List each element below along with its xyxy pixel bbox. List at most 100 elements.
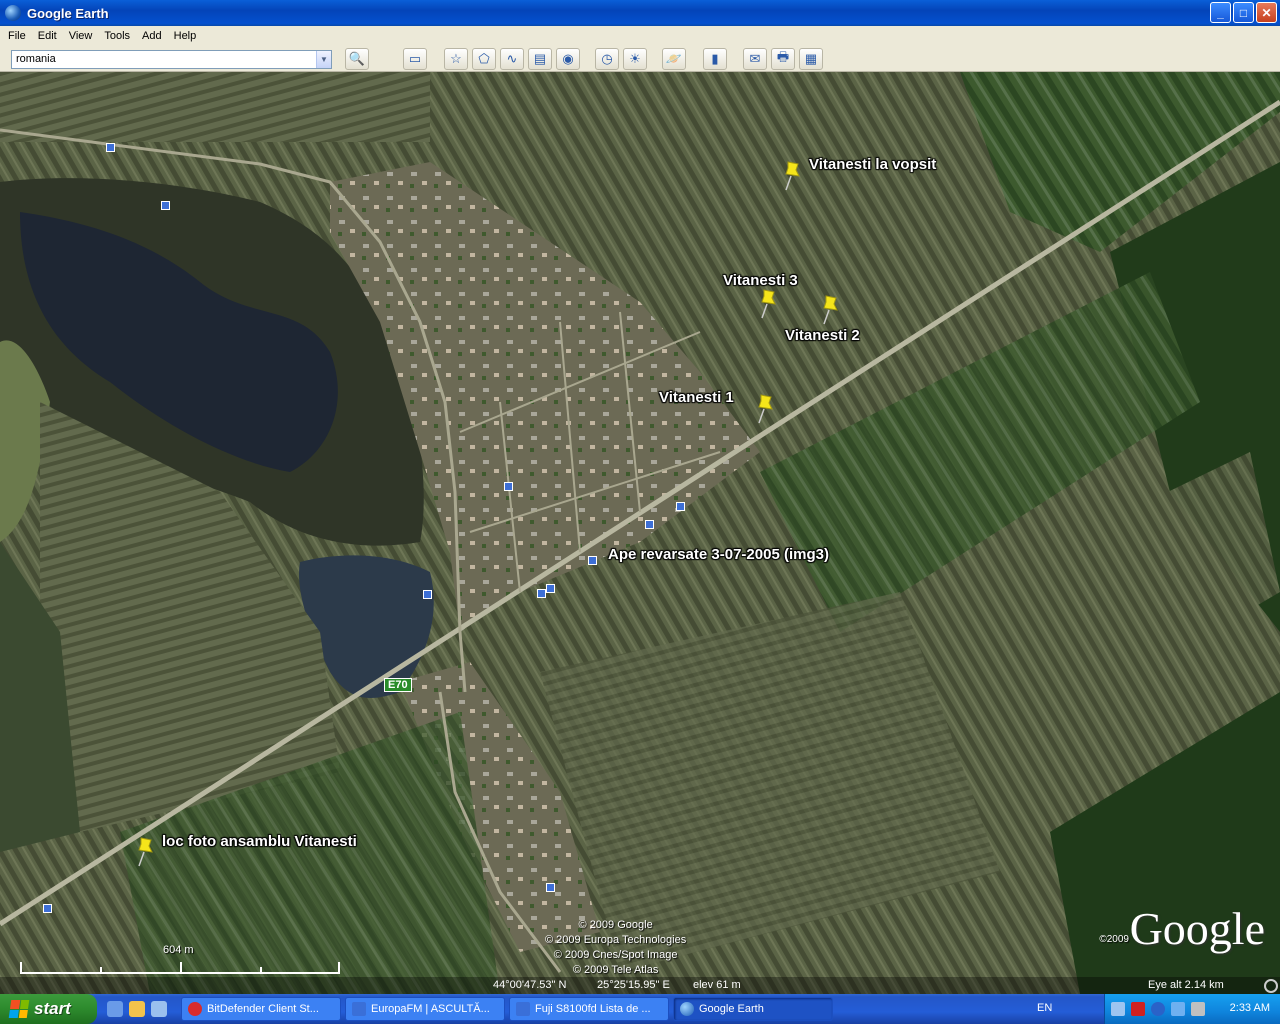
scale-tick xyxy=(20,962,22,974)
record-tour-icon: ◉ xyxy=(562,51,574,66)
scale-tick xyxy=(338,962,340,974)
close-button[interactable]: ✕ xyxy=(1256,2,1277,23)
polygon-icon: ⬠ xyxy=(478,51,490,66)
copyright-line: © 2009 Tele Atlas xyxy=(572,964,659,976)
email-button[interactable]: ✉ xyxy=(743,48,767,70)
placemark-label[interactable]: Vitanesti 1 xyxy=(659,389,734,406)
menu-edit[interactable]: Edit xyxy=(32,30,63,42)
task-label: BitDefender Client St... xyxy=(207,1003,319,1015)
search-icon: 🔍 xyxy=(348,51,366,66)
photo-marker[interactable] xyxy=(546,584,555,593)
chevron-down-icon[interactable]: ▼ xyxy=(316,51,331,68)
browser-icon xyxy=(516,1002,530,1016)
view-in-maps-button[interactable]: ▦ xyxy=(799,48,823,70)
ruler-button[interactable]: ▮ xyxy=(703,48,727,70)
bitdefender-icon xyxy=(188,1002,202,1016)
photo-marker[interactable] xyxy=(537,589,546,598)
scale-legend: 604 m xyxy=(20,940,342,976)
help-icon[interactable] xyxy=(1131,1002,1145,1016)
overlay-icon: ▤ xyxy=(533,51,547,66)
placemark-label[interactable]: Vitanesti 3 xyxy=(723,272,798,289)
map-view[interactable]: Vitanesti la vopsit Vitanesti 3 Vitanest… xyxy=(0,72,1280,994)
photo-marker[interactable] xyxy=(43,904,52,913)
window-title: Google Earth xyxy=(27,5,109,21)
status-bar: 44°00'47.53" N 25°25'15.95" E elev 61 m … xyxy=(0,977,1280,994)
media-player-icon[interactable] xyxy=(129,1001,145,1017)
maximize-button[interactable]: □ xyxy=(1233,2,1254,23)
google-earth-icon xyxy=(680,1002,694,1016)
search-value: romania xyxy=(16,53,56,65)
minimize-button[interactable]: _ xyxy=(1210,2,1231,23)
network-icon[interactable] xyxy=(1171,1002,1185,1016)
ruler-icon: ▮ xyxy=(711,51,719,66)
task-bitdefender[interactable]: BitDefender Client St... xyxy=(181,997,341,1021)
add-path-button[interactable]: ∿ xyxy=(500,48,524,70)
sunlight-button[interactable]: ☀ xyxy=(623,48,647,70)
photo-marker[interactable] xyxy=(423,590,432,599)
photo-marker[interactable] xyxy=(588,556,597,565)
start-button[interactable]: start xyxy=(0,994,97,1024)
photo-marker[interactable] xyxy=(106,143,115,152)
email-icon: ✉ xyxy=(749,51,761,66)
title-bar[interactable]: Google Earth _ □ ✕ xyxy=(0,0,1280,26)
pushpin-icon[interactable] xyxy=(753,393,775,425)
sidebar-toggle-button[interactable]: ▭ xyxy=(403,48,427,70)
photo-marker[interactable] xyxy=(546,883,555,892)
add-polygon-button[interactable]: ⬠ xyxy=(472,48,496,70)
historical-imagery-icon: ◷ xyxy=(601,51,613,66)
switch-planet-button[interactable]: 🪐 xyxy=(662,48,686,70)
pushpin-icon[interactable] xyxy=(756,288,778,320)
menu-help[interactable]: Help xyxy=(168,30,203,42)
menu-add[interactable]: Add xyxy=(136,30,168,42)
print-button[interactable]: 🖶 xyxy=(771,48,795,70)
keyboard-icon[interactable] xyxy=(1111,1002,1125,1016)
scale-tick xyxy=(180,962,182,974)
start-label: start xyxy=(34,999,71,1018)
placemark-icon: ☆ xyxy=(450,51,462,66)
road-shield: E70 xyxy=(384,678,412,692)
pushpin-icon[interactable] xyxy=(133,836,155,868)
task-label: EuropaFM | ASCULTĂ... xyxy=(371,1003,490,1015)
compass-icon[interactable] xyxy=(1264,979,1278,993)
satellite-imagery xyxy=(0,72,1280,994)
menu-tools[interactable]: Tools xyxy=(98,30,136,42)
record-tour-button[interactable]: ◉ xyxy=(556,48,580,70)
photo-marker[interactable] xyxy=(504,482,513,491)
window-controls: _ □ ✕ xyxy=(1210,2,1277,23)
add-overlay-button[interactable]: ▤ xyxy=(528,48,552,70)
search-input[interactable]: romania ▼ xyxy=(11,50,332,69)
task-google-earth[interactable]: Google Earth xyxy=(673,997,833,1021)
placemark-label[interactable]: Ape revarsate 3-07-2005 (img3) xyxy=(608,546,829,563)
desktop-icon[interactable] xyxy=(151,1001,167,1017)
print-icon: 🖶 xyxy=(776,49,790,64)
quick-launch xyxy=(107,1001,167,1017)
google-logo: Google xyxy=(1129,903,1265,954)
task-europafm[interactable]: EuropaFM | ASCULTĂ... xyxy=(345,997,505,1021)
menu-bar: File Edit View Tools Add Help xyxy=(0,26,1280,46)
placemark-label[interactable]: loc foto ansamblu Vitanesti xyxy=(162,833,357,850)
system-tray: EN 2:33 AM xyxy=(1037,994,1280,1024)
sidebar-icon: ▭ xyxy=(408,51,422,66)
placemark-label[interactable]: Vitanesti 2 xyxy=(785,327,860,344)
copyright-line: © 2009 Cnes/Spot Image xyxy=(553,949,678,961)
pushpin-icon[interactable] xyxy=(818,294,840,326)
task-fuji[interactable]: Fuji S8100fd Lista de ... xyxy=(509,997,669,1021)
search-button[interactable]: 🔍 xyxy=(345,48,369,70)
back-arrow-icon[interactable] xyxy=(1151,1002,1165,1016)
pushpin-icon[interactable] xyxy=(780,160,802,192)
scale-tick xyxy=(100,967,102,974)
browser-icon xyxy=(352,1002,366,1016)
toolbar: romania ▼ 🔍 ▭ ☆ ⬠ ∿ ▤ ◉ ◷ ☀ 🪐 ▮ ✉ 🖶 ▦ xyxy=(0,46,1280,72)
historical-imagery-button[interactable]: ◷ xyxy=(595,48,619,70)
volume-icon[interactable] xyxy=(1191,1002,1205,1016)
photo-marker[interactable] xyxy=(645,520,654,529)
menu-file[interactable]: File xyxy=(2,30,32,42)
placemark-label[interactable]: Vitanesti la vopsit xyxy=(809,156,936,173)
photo-marker[interactable] xyxy=(161,201,170,210)
language-indicator[interactable]: EN xyxy=(1037,1002,1052,1014)
longitude-readout: 25°25'15.95" E xyxy=(597,979,670,991)
add-placemark-button[interactable]: ☆ xyxy=(444,48,468,70)
menu-view[interactable]: View xyxy=(63,30,99,42)
photo-marker[interactable] xyxy=(676,502,685,511)
ie-icon[interactable] xyxy=(107,1001,123,1017)
